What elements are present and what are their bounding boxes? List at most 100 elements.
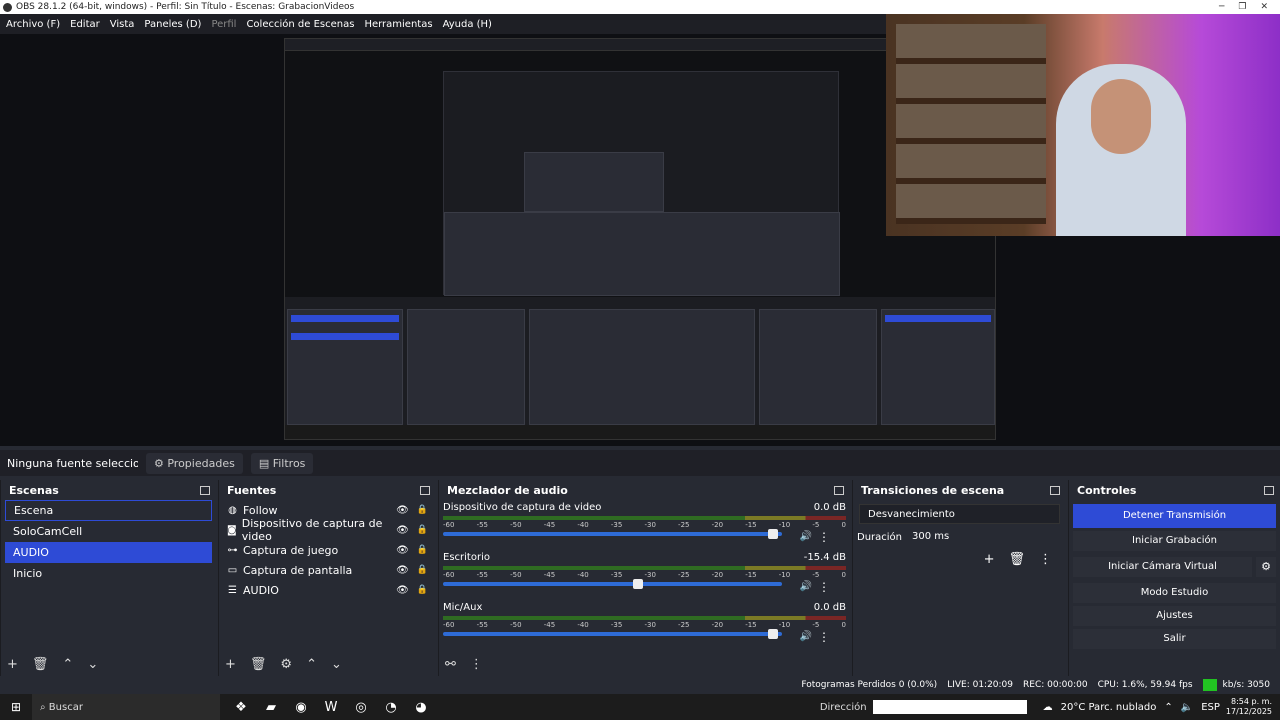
menu-archivo[interactable]: Archivo (F) xyxy=(6,19,60,30)
speaker-icon[interactable]: 🔊 xyxy=(800,531,812,542)
source-label: Captura de pantalla xyxy=(243,563,353,577)
undock-icon[interactable] xyxy=(834,485,844,495)
scene-item[interactable]: AUDIO xyxy=(5,542,212,563)
file-explorer-icon[interactable]: ▰ xyxy=(256,700,286,715)
settings-button[interactable]: Ajustes xyxy=(1073,606,1276,626)
eye-icon[interactable]: 👁 xyxy=(396,585,409,596)
tick-label: -5 xyxy=(812,521,820,529)
tick-label: -15 xyxy=(745,521,757,529)
studio-mode-button[interactable]: Modo Estudio xyxy=(1073,583,1276,603)
lock-icon[interactable]: 🔒 xyxy=(417,545,428,555)
menu-herramientas[interactable]: Herramientas xyxy=(364,19,432,30)
eye-icon[interactable]: 👁 xyxy=(396,505,409,516)
trash-icon[interactable]: 🗑 xyxy=(32,657,49,672)
chrome-icon[interactable]: ◉ xyxy=(286,700,316,715)
tick-label: -5 xyxy=(812,621,820,629)
start-virtual-camera-button[interactable]: Iniciar Cámara Virtual xyxy=(1073,557,1252,577)
duration-label: Duración xyxy=(857,531,903,543)
eye-icon[interactable]: 👁 xyxy=(396,545,409,556)
chevron-up-icon[interactable]: ⌃ xyxy=(62,657,73,672)
source-item[interactable]: ⊶ Captura de juego 👁 🔒 xyxy=(219,540,436,560)
lock-icon[interactable]: 🔒 xyxy=(417,565,428,575)
menu-editar[interactable]: Editar xyxy=(70,19,100,30)
cpu-fps: CPU: 1.6%, 59.94 fps xyxy=(1097,680,1193,690)
globe-icon: ◍ xyxy=(228,504,237,516)
gear-icon[interactable]: ⚙ xyxy=(280,657,292,672)
mixer-channels: Dispositivo de captura de video 0.0 dB -60… xyxy=(439,500,850,650)
spotify-icon[interactable]: ◎ xyxy=(346,700,376,715)
gear-icon[interactable]: ⚙ xyxy=(1256,557,1276,577)
source-item[interactable]: ☰ AUDIO 👁 🔒 xyxy=(219,580,436,600)
fader-knob[interactable] xyxy=(632,579,643,589)
properties-button[interactable]: ⚙ Propiedades xyxy=(146,452,243,474)
chevron-down-icon[interactable]: ⌄ xyxy=(87,657,98,672)
volume-fader[interactable] xyxy=(443,629,782,639)
volume-fader[interactable] xyxy=(443,529,782,539)
copilot-icon[interactable]: ❖ xyxy=(226,700,256,715)
undock-icon[interactable] xyxy=(1264,485,1274,495)
obs-recorder-icon[interactable]: ◕ xyxy=(406,700,436,715)
lock-icon[interactable]: 🔒 xyxy=(417,505,428,515)
meter-ticks: -60 -55 -50 -45 -40 -35 -30 -25 -20 -15 -10 -5 0 xyxy=(443,621,846,629)
kebab-icon[interactable]: ⋮ xyxy=(470,657,483,672)
close-icon[interactable]: ✕ xyxy=(1260,2,1268,12)
menu-coleccion[interactable]: Colección de Escenas xyxy=(246,19,354,30)
taskbar-search[interactable]: ⌕ Buscar xyxy=(32,694,220,720)
address-input[interactable] xyxy=(872,700,1027,714)
fader-knob[interactable] xyxy=(767,629,778,639)
trash-icon[interactable]: 🗑 xyxy=(1008,552,1025,567)
volume-fader[interactable] xyxy=(443,579,782,589)
add-icon[interactable]: + xyxy=(225,657,236,672)
stop-streaming-button[interactable]: Detener Transmisión xyxy=(1073,504,1276,528)
lock-icon[interactable]: 🔒 xyxy=(417,585,428,595)
link-icon[interactable]: ⚯ xyxy=(445,657,456,672)
windows-start-icon[interactable]: ⊞ xyxy=(0,700,32,714)
add-icon[interactable]: + xyxy=(7,657,18,672)
chevron-up-icon[interactable]: ⌃ xyxy=(306,657,317,672)
source-label: Dispositivo de captura de video xyxy=(241,517,383,543)
menu-paneles[interactable]: Paneles (D) xyxy=(144,19,201,30)
trash-icon[interactable]: 🗑 xyxy=(250,657,267,672)
speaker-icon[interactable]: 🔊 xyxy=(800,581,812,592)
lock-icon[interactable]: 🔒 xyxy=(417,525,428,535)
speaker-icon[interactable]: 🔈 xyxy=(1181,702,1193,713)
scene-item[interactable]: Inicio xyxy=(5,563,212,584)
kebab-icon[interactable]: ⋮ xyxy=(1039,552,1052,567)
kebab-icon[interactable]: ⋮ xyxy=(818,530,830,544)
exit-button[interactable]: Salir xyxy=(1073,629,1276,649)
obs-app-icon[interactable]: ◔ xyxy=(376,700,406,715)
kebab-icon[interactable]: ⋮ xyxy=(818,630,830,644)
kebab-icon[interactable]: ⋮ xyxy=(818,580,830,594)
undock-icon[interactable] xyxy=(200,485,210,495)
speaker-icon[interactable]: 🔊 xyxy=(800,631,812,642)
duration-input[interactable]: 300 ms xyxy=(908,528,1066,546)
undock-icon[interactable] xyxy=(1050,485,1060,495)
menu-ayuda[interactable]: Ayuda (H) xyxy=(443,19,492,30)
maximize-icon[interactable]: ❐ xyxy=(1238,2,1246,12)
nested-transitions-dock xyxy=(759,309,877,425)
transition-select[interactable]: Desvanecimiento xyxy=(859,504,1060,524)
scene-item[interactable]: Escena xyxy=(5,500,212,521)
minimize-icon[interactable]: ─ xyxy=(1219,2,1224,12)
undock-icon[interactable] xyxy=(420,485,430,495)
chevron-up-icon[interactable]: ⌃ xyxy=(1164,702,1172,713)
menu-perfil[interactable]: Perfil xyxy=(211,19,236,30)
scene-item[interactable]: SoloCamCell xyxy=(5,521,212,542)
scenes-title: Escenas xyxy=(9,483,59,497)
chevron-down-icon[interactable]: ⌄ xyxy=(331,657,342,672)
word-icon[interactable]: W xyxy=(316,700,346,715)
eye-icon[interactable]: 👁 xyxy=(396,565,409,576)
menu-vista[interactable]: Vista xyxy=(110,19,135,30)
eye-icon[interactable]: 👁 xyxy=(396,525,409,536)
clock[interactable]: 8:54 p. m. 17/12/2025 xyxy=(1226,697,1272,717)
tick-label: -20 xyxy=(711,521,724,529)
source-item[interactable]: ▭ Captura de pantalla 👁 🔒 xyxy=(219,560,436,580)
add-icon[interactable]: + xyxy=(984,552,995,567)
filters-button[interactable]: ▤ Filtros xyxy=(250,452,314,474)
search-icon: ⌕ xyxy=(40,701,49,713)
start-recording-button[interactable]: Iniciar Grabación xyxy=(1073,531,1276,551)
level-meter xyxy=(443,616,846,620)
weather-icon: ☁ xyxy=(1042,701,1053,713)
source-item[interactable]: ◙ Dispositivo de captura de video 👁 🔒 xyxy=(219,517,436,543)
fader-knob[interactable] xyxy=(767,529,778,539)
